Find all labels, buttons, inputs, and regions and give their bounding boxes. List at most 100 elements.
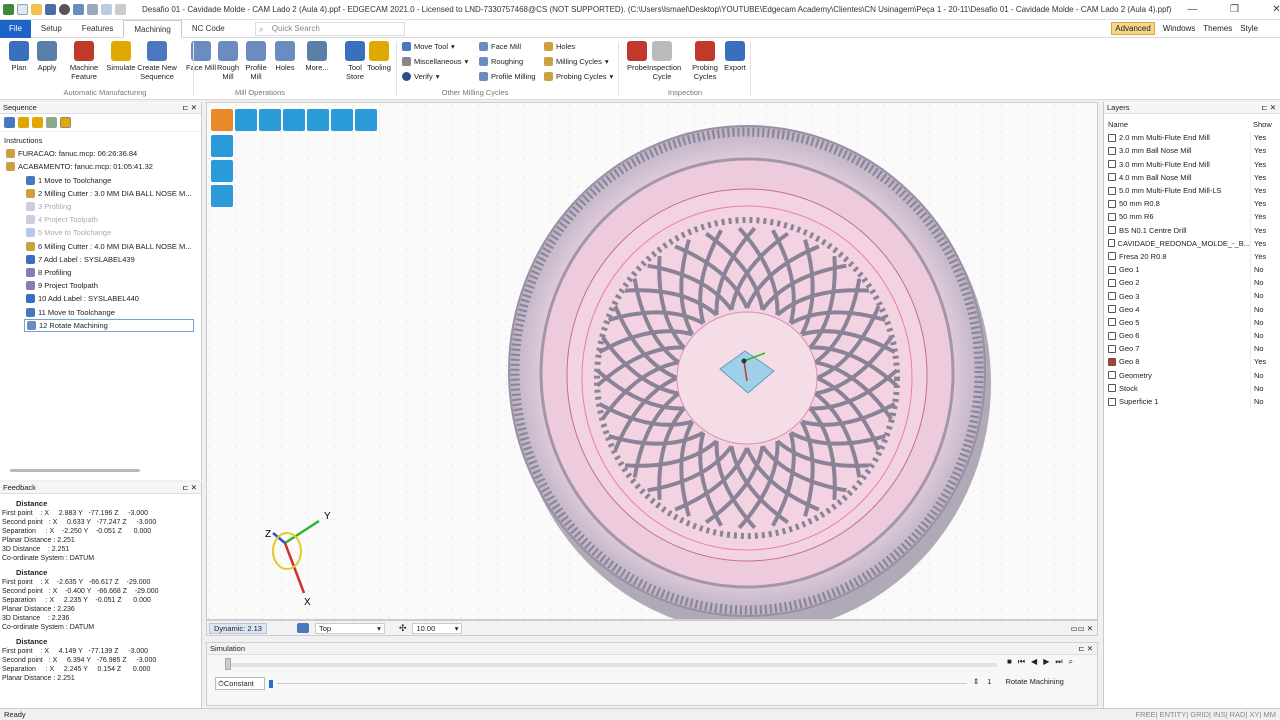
ribbon-button-holes[interactable]: Holes [270,41,300,72]
side-view-icon[interactable] [283,109,305,131]
layer-row[interactable]: BS N0.1 Centre Drill Yes [1104,223,1280,237]
layer-show-toggle[interactable]: Yes [1250,170,1280,184]
layer-show-toggle[interactable]: No [1250,342,1280,356]
layer-show-toggle[interactable]: No [1250,329,1280,343]
pan-icon[interactable] [355,109,377,131]
new-file-icon[interactable] [17,4,28,15]
counter-spinner[interactable]: ⇕ [973,677,979,686]
verify-button[interactable]: Verify ▾ [402,72,440,81]
face-mill-small-button[interactable]: Face Mill [479,42,521,51]
first-frame-icon[interactable]: ⏮ [1018,657,1025,667]
ribbon-button-machine-feature[interactable]: Machine Feature [66,41,102,81]
ribbon-button-more[interactable]: More... [302,41,332,72]
layer-show-toggle[interactable]: Yes [1250,157,1280,171]
layer-show-toggle[interactable]: Yes [1250,223,1280,237]
plan-view-icon[interactable] [235,109,257,131]
layer-show-toggle[interactable]: No [1250,394,1280,409]
view-select[interactable]: Top ▾ [314,622,385,634]
move-tool-button[interactable]: Move Tool ▾ [402,42,455,51]
tab-nc-code[interactable]: NC Code [182,20,235,38]
layer-row[interactable]: 50 mm R0.8 Yes [1104,197,1280,211]
miscellaneous-button[interactable]: Miscellaneous ▾ [402,57,468,66]
sequence-item[interactable]: 4 Project Toolpath [0,213,201,226]
layer-show-toggle[interactable]: Yes [1250,210,1280,224]
sequence-item[interactable]: 10 Add Label : SYSLABEL440 [0,292,201,305]
layer-row[interactable]: 50 mm R6 Yes [1104,210,1280,224]
magnify-icon[interactable]: ⌕ [1069,657,1073,667]
layer-row[interactable]: Stock No [1104,381,1280,395]
panel-pin-close[interactable]: ⊏ ✕ [1078,643,1093,654]
layer-row[interactable]: 2.0 mm Multi-Flute End Mill Yes [1104,131,1280,145]
ribbon-button-apply[interactable]: Apply [32,41,62,72]
tab-features[interactable]: Features [72,20,124,38]
layer-show-toggle[interactable]: Yes [1250,144,1280,158]
column-show[interactable]: Show [1250,118,1280,131]
layer-row[interactable]: Geo 2 No [1104,276,1280,290]
step-back-icon[interactable]: ◀ [1031,657,1037,667]
viewport-close-icon[interactable]: ▭▭ ✕ [1070,624,1093,633]
ribbon-button-tooling[interactable]: Tooling [364,41,394,72]
list-icon[interactable] [331,109,353,131]
sequence-item[interactable]: 12 Rotate Machining [24,318,194,332]
roughing-button[interactable]: Roughing [479,57,523,66]
ribbon-button-export[interactable]: Export [720,41,750,72]
sequence-item[interactable]: 6 Milling Cutter : 4.0 MM DIA BALL NOSE … [0,240,201,253]
sequence-item[interactable]: 7 Add Label : SYSLABEL439 [0,253,201,266]
horizontal-scrollbar[interactable] [10,469,140,472]
column-name[interactable]: Name [1104,118,1250,131]
sequence-item[interactable]: FURACAO: fanuc.mcp: 06:26:36.84 [0,147,201,160]
holes-small-button[interactable]: Holes [544,42,575,51]
ribbon-button-probing-cycles[interactable]: Probing Cycles [690,41,720,81]
panel-pin-close[interactable]: ⊏ ✕ [182,482,197,493]
ribbon-button-create-new-sequence[interactable]: Create New Sequence [136,41,178,81]
layer-row[interactable]: Geo 1 No [1104,263,1280,277]
ribbon-button-simulate[interactable]: Simulate [106,41,136,72]
zoom-select[interactable]: 10.00 ▾ [412,622,463,634]
sequence-item[interactable]: 11 Move to Toolchange [0,305,201,318]
undo-icon[interactable] [87,4,98,15]
panel-pin-close[interactable]: ⊏ ✕ [1261,102,1276,113]
cube-view-icon[interactable] [211,160,233,182]
timeline-slider-thumb[interactable] [225,658,231,670]
sequence-item[interactable]: 1 Move to Toolchange [0,174,201,187]
layer-show-toggle[interactable]: Yes [1250,236,1280,250]
speed-slider-track[interactable] [277,683,967,684]
layer-row[interactable]: Geo 7 No [1104,342,1280,356]
cube-view-icon[interactable] [211,185,233,207]
play-icon[interactable]: ▶ [1043,657,1049,667]
layer-show-toggle[interactable]: Yes [1250,355,1280,369]
layer-row[interactable]: Geo 6 No [1104,329,1280,343]
graphics-viewport[interactable]: Y X Z [206,102,1098,620]
sequence-item[interactable]: 2 Milling Cutter : 3.0 MM DIA BALL NOSE … [0,187,201,200]
layer-row[interactable]: Geo 8 Yes [1104,355,1280,369]
cube-view-icon[interactable] [211,135,233,157]
layer-row[interactable]: 3.0 mm Ball Nose Mill Yes [1104,144,1280,158]
probing-cycles-small-button[interactable]: Probing Cycles ▾ [544,72,613,81]
instructions-root[interactable]: Instructions [0,134,201,147]
sequence-tool-icon[interactable] [46,117,57,128]
sequence-item[interactable]: 9 Project Toolpath [0,279,201,292]
ribbon-button-plan[interactable]: Plan [4,41,34,72]
layer-show-toggle[interactable]: No [1250,289,1280,303]
minimize-button[interactable]: — [1171,4,1213,15]
layer-row[interactable]: Geo 5 No [1104,315,1280,329]
panel-pin-close[interactable]: ⊏ ✕ [182,102,197,113]
windows-menu[interactable]: Windows [1163,24,1195,33]
front-view-icon[interactable] [259,109,281,131]
layer-row[interactable]: 4.0 mm Ball Nose Mill Yes [1104,170,1280,184]
open-folder-icon[interactable] [31,4,42,15]
layer-show-toggle[interactable]: No [1250,368,1280,382]
speed-slider-thumb[interactable] [269,680,273,688]
ribbon-button-face-mill[interactable]: Face Mill [186,41,216,72]
close-button[interactable]: ✕ [1255,4,1280,15]
iso-view-icon[interactable] [211,109,233,131]
save-icon[interactable] [45,4,56,15]
refresh-icon[interactable] [4,117,15,128]
quick-search-input[interactable]: ⌕ Quick Search [254,21,405,36]
milling-cycles-button[interactable]: Milling Cycles ▾ [544,57,609,66]
zoom-icon[interactable] [307,109,329,131]
ribbon-button-rough-mill[interactable]: Rough Mill [213,41,243,81]
sequence-tool-icon[interactable] [32,117,43,128]
layer-row[interactable]: CAVIDADE_REDONDA_MOLDE_-_B... Yes [1104,236,1280,250]
layer-show-toggle[interactable]: No [1250,315,1280,329]
